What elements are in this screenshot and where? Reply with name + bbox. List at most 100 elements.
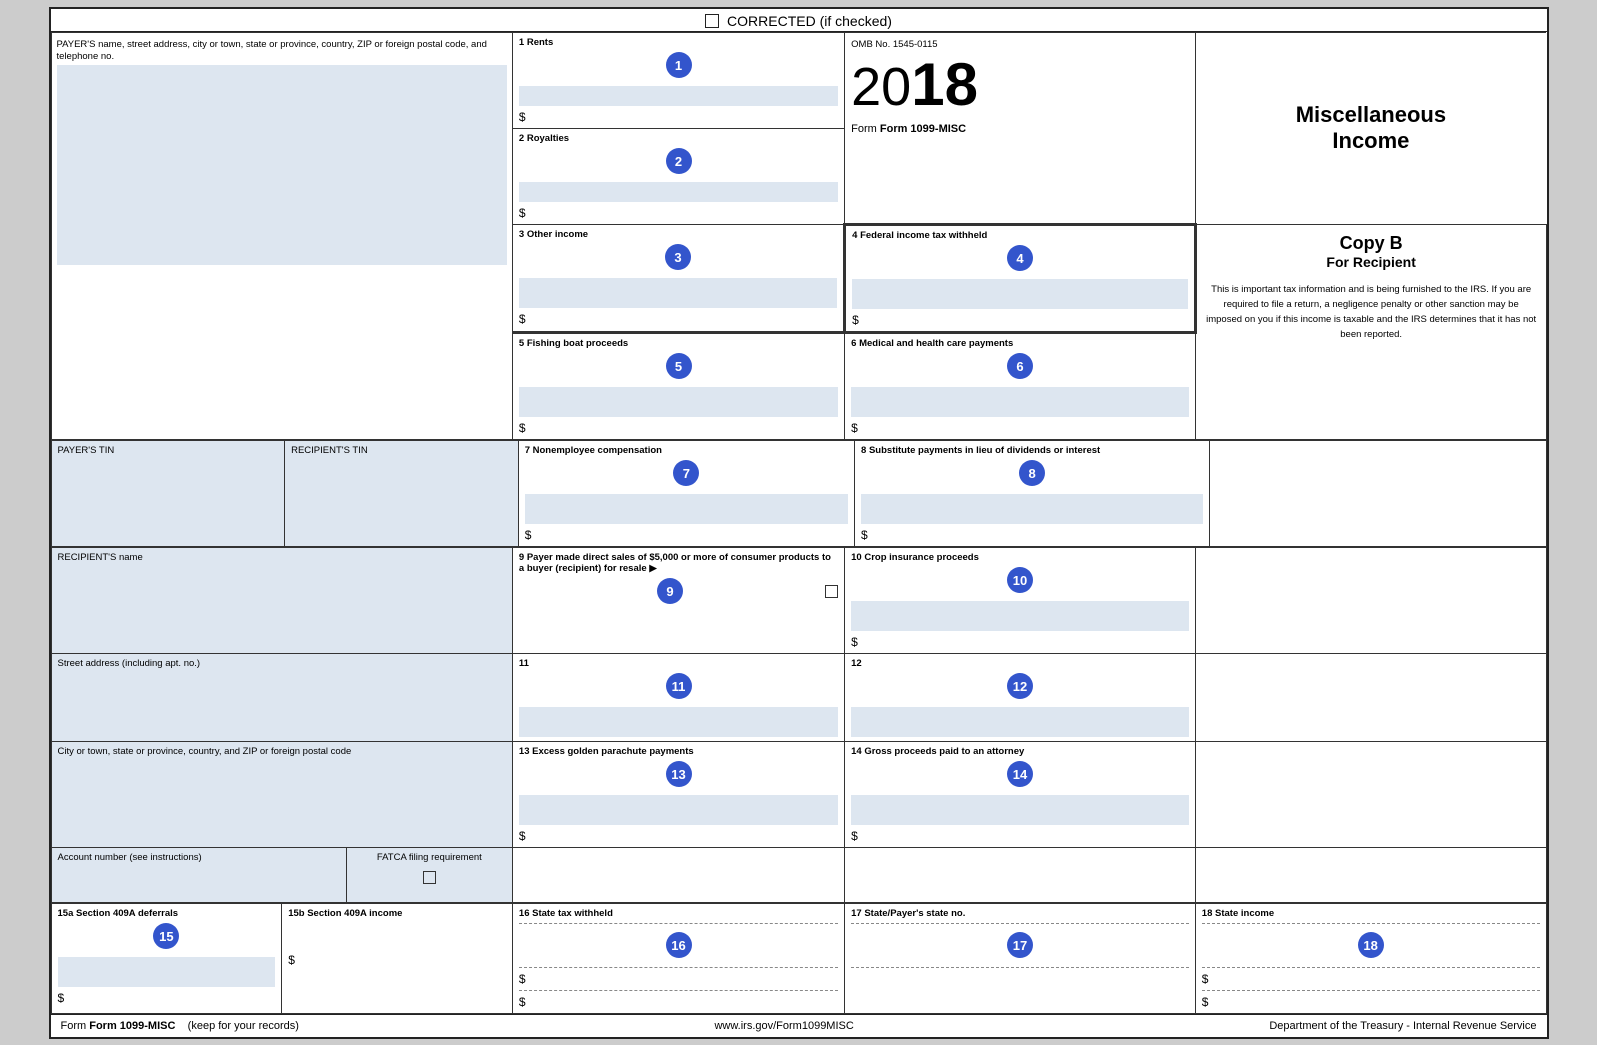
box7-cell: 7 Nonemployee compensation 7 $ [518, 440, 854, 546]
right-filler [1195, 547, 1546, 653]
corrected-label: CORRECTED (if checked) [727, 13, 892, 29]
footer-right: Department of the Treasury - Internal Re… [1269, 1020, 1536, 1032]
box16-label: 16 State tax withheld [519, 908, 838, 919]
box7-badge: 7 [673, 460, 699, 486]
box13-label: 13 Excess golden parachute payments [519, 746, 838, 757]
box18-dollar2: $ [1202, 995, 1540, 1009]
payer-name-cell: PAYER'S name, street address, city or to… [51, 32, 512, 439]
box3-label: 3 Other income [519, 229, 837, 240]
tin-table: PAYER'S TIN RECIPIENT'S TIN 7 Nonemploye… [51, 440, 1547, 547]
payer-tin-label: PAYER'S TIN [58, 445, 279, 456]
box16-badge: 16 [666, 932, 692, 958]
recipient-tin-cell: RECIPIENT'S TIN [285, 440, 519, 546]
city-cell: City or town, state or province, country… [51, 741, 512, 847]
box1-dollar: $ [519, 110, 838, 124]
box11-input[interactable] [519, 707, 838, 737]
box15a-input[interactable] [58, 957, 276, 987]
box15-badge: 15 [153, 923, 179, 949]
box12-badge-container: 12 [851, 669, 1189, 704]
box13-cell: 13 Excess golden parachute payments 13 $ [512, 741, 844, 847]
box15b-cell: 15b Section 409A income $ [282, 903, 513, 1013]
city-label: City or town, state or province, country… [58, 746, 506, 757]
state-table: 15a Section 409A deferrals 15 $ 15b Sect… [51, 903, 1547, 1014]
payer-tin-input[interactable] [58, 456, 279, 496]
box15b-input[interactable] [288, 919, 506, 949]
box14-cell: 14 Gross proceeds paid to an attorney 14… [845, 741, 1196, 847]
box10-input[interactable] [851, 601, 1189, 631]
important-notice-cell [1210, 440, 1546, 546]
box1-label: 1 Rents [519, 37, 838, 48]
fatca-cell: FATCA filing requirement [346, 847, 512, 902]
box8-dollar: $ [861, 528, 1203, 542]
footer: Form Form 1099-MISC (keep for your recor… [51, 1014, 1547, 1037]
footer-form-title: Form 1099-MISC [89, 1020, 175, 1032]
box1-badge: 1 [666, 52, 692, 78]
box9-checkbox[interactable] [825, 585, 838, 598]
box8-cell: 8 Substitute payments in lieu of dividen… [855, 440, 1210, 546]
box16-badge-container: 16 [519, 928, 838, 963]
right-filler4 [1195, 847, 1546, 902]
box2-label: 2 Royalties [519, 133, 838, 144]
box14-input[interactable] [851, 795, 1189, 825]
form-number: Form Form 1099-MISC [851, 123, 1189, 135]
payer-tin-cell: PAYER'S TIN [51, 440, 285, 546]
tin-row: PAYER'S TIN RECIPIENT'S TIN 7 Nonemploye… [51, 440, 1546, 546]
box4-badge-container: 4 [852, 241, 1188, 276]
box16-cell: 16 State tax withheld 16 $ $ [512, 903, 844, 1013]
recipient-name-cell: RECIPIENT'S name [51, 547, 512, 653]
box-filler-right [845, 847, 1196, 902]
box14-dollar: $ [851, 829, 1189, 843]
corrected-checkbox[interactable] [705, 14, 719, 28]
footer-paren: (keep for your records) [188, 1020, 299, 1032]
fatca-checkbox[interactable] [423, 871, 436, 884]
misc-income-cell: Miscellaneous Income [1195, 32, 1546, 224]
year-suffix: 18 [911, 51, 978, 118]
box2-input[interactable] [519, 182, 838, 202]
box14-label: 14 Gross proceeds paid to an attorney [851, 746, 1189, 757]
box1-input[interactable] [519, 86, 838, 106]
box16-dollar: $ [519, 972, 838, 986]
box11-badge-container: 11 [519, 669, 838, 704]
recipient-name-input[interactable] [58, 563, 506, 598]
box8-input[interactable] [861, 494, 1203, 524]
box9-label: 9 Payer made direct sales of $5,000 or m… [519, 552, 838, 574]
fatca-label: FATCA filing requirement [353, 852, 506, 863]
box4-input[interactable] [852, 279, 1188, 309]
box14-badge: 14 [1007, 761, 1033, 787]
box13-input[interactable] [519, 795, 838, 825]
box7-badge-container: 7 [525, 456, 848, 491]
box6-badge: 6 [1007, 353, 1033, 379]
box15-badge-container: 15 [58, 919, 276, 954]
footer-left: Form Form 1099-MISC (keep for your recor… [61, 1020, 299, 1032]
box3-badge: 3 [665, 244, 691, 270]
box1-cell: 1 Rents 1 $ [512, 32, 844, 128]
copy-b-sub: For Recipient [1205, 254, 1538, 270]
box3-badge-container: 3 [519, 240, 837, 275]
form-1099-misc: CORRECTED (if checked) PAYER'S name, str… [49, 7, 1549, 1039]
box15b-dollar: $ [288, 953, 506, 967]
form-header: CORRECTED (if checked) [51, 9, 1547, 32]
box4-cell: 4 Federal income tax withheld 4 $ [845, 224, 1196, 332]
box12-input[interactable] [851, 707, 1189, 737]
street-address-input[interactable] [58, 669, 506, 699]
box5-input[interactable] [519, 387, 838, 417]
box17-badge-container: 17 [851, 928, 1189, 963]
box7-input[interactable] [525, 494, 848, 524]
box7-label: 7 Nonemployee compensation [525, 445, 848, 456]
box13-badge-container: 13 [519, 757, 838, 792]
box10-badge-container: 10 [851, 563, 1189, 598]
box9-badge-container: 9 [519, 574, 838, 609]
street-address-label: Street address (including apt. no.) [58, 658, 506, 669]
box6-input[interactable] [851, 387, 1189, 417]
box11-badge: 11 [666, 673, 692, 699]
right-filler3 [1195, 741, 1546, 847]
payer-name-input[interactable] [57, 65, 507, 265]
city-row: City or town, state or province, country… [51, 741, 1546, 847]
recipient-tin-input[interactable] [291, 456, 512, 496]
box18-label: 18 State income [1202, 908, 1540, 919]
city-input[interactable] [58, 757, 506, 792]
box3-input[interactable] [519, 278, 837, 308]
box2-badge-container: 2 [519, 144, 838, 179]
misc-income-line2: Income [1206, 128, 1536, 154]
account-number-input[interactable] [58, 863, 340, 898]
